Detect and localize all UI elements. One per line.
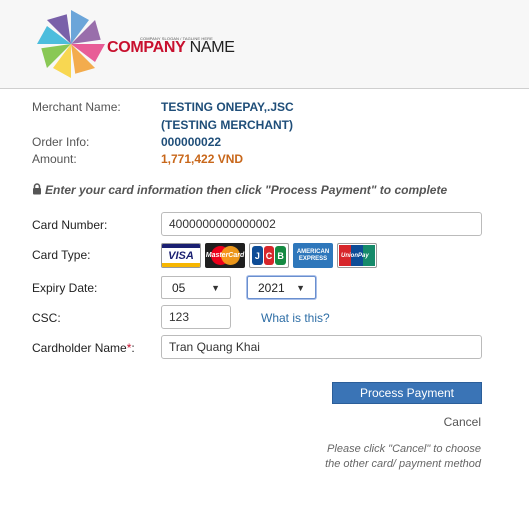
expiry-label: Expiry Date: [32, 281, 98, 295]
amount-label: Amount: [32, 152, 77, 166]
pinwheel-logo-icon [37, 10, 105, 78]
amount-value: 1,771,422 VND [161, 152, 244, 166]
merchant-name-sub: (TESTING MERCHANT) [161, 118, 293, 132]
chevron-down-icon: ▼ [211, 282, 220, 293]
csc-label: CSC: [32, 311, 61, 325]
notice-text: Enter your card information then click "… [45, 183, 448, 197]
cardholder-label: Cardholder Name*: [32, 341, 135, 355]
expiry-year-select[interactable]: 2021 ▼ [247, 276, 316, 299]
card-type-label: Card Type: [32, 248, 91, 262]
merchant-name: TESTING ONEPAY,.JSC [161, 100, 294, 114]
cancel-link[interactable]: Cancel [444, 415, 481, 429]
unionpay-logo-icon[interactable]: UnionPay [337, 243, 377, 268]
cancel-hint: Please click "Cancel" to choose the othe… [325, 443, 481, 470]
lock-icon [33, 183, 41, 195]
chevron-down-icon: ▼ [296, 282, 305, 293]
csc-help-link[interactable]: What is this? [261, 311, 330, 325]
cardholder-input[interactable]: Tran Quang Khai [161, 335, 482, 359]
process-payment-button[interactable]: Process Payment [332, 382, 482, 404]
order-info-value: 000000022 [161, 135, 222, 149]
jcb-logo-icon[interactable]: JCB [249, 243, 289, 268]
csc-input[interactable]: 123 [161, 305, 231, 329]
instruction-notice: Enter your card information then click "… [32, 183, 447, 197]
card-number-input[interactable]: 4000000000000002 [161, 212, 482, 236]
card-type-logos: VISA MasterCard JCB AMERICAN EXPRESS Uni… [161, 243, 377, 268]
order-info-label: Order Info: [32, 135, 90, 149]
merchant-label: Merchant Name: [32, 100, 121, 114]
company-name: COMPANY NAME [107, 39, 235, 56]
mastercard-logo-icon[interactable]: MasterCard [205, 243, 245, 268]
card-number-label: Card Number: [32, 218, 108, 232]
expiry-month-select[interactable]: 05 ▼ [161, 276, 231, 299]
visa-logo-icon[interactable]: VISA [161, 243, 201, 268]
amex-logo-icon[interactable]: AMERICAN EXPRESS [293, 243, 333, 268]
header: COMPANY SLOGAN / TAGLINE HERE COMPANY NA… [0, 0, 529, 89]
